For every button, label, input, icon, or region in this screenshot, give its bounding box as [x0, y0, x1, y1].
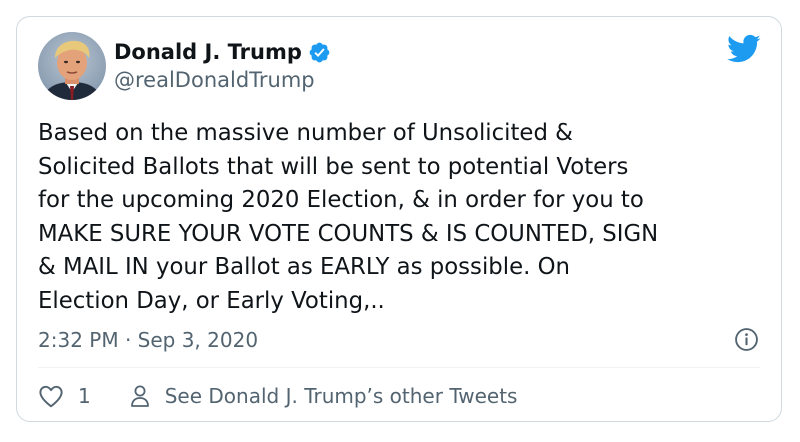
avatar[interactable] — [38, 32, 106, 100]
divider — [38, 367, 760, 368]
twitter-bird-icon[interactable] — [727, 34, 761, 64]
author-handle[interactable]: @realDonaldTrump — [114, 67, 315, 93]
author-display-name[interactable]: Donald J. Trump — [114, 39, 302, 65]
verified-badge-icon — [308, 41, 331, 64]
see-other-tweets-link[interactable]: See Donald J. Trump’s other Tweets — [129, 383, 518, 409]
info-icon[interactable] — [734, 327, 759, 352]
tweet-text: Based on the massive number of Unsolicit… — [38, 120, 659, 314]
like-button[interactable]: 1 — [38, 383, 91, 409]
tweet-actions: 1 See Donald J. Trump’s other Tweets — [38, 383, 517, 409]
avatar-image — [38, 32, 106, 100]
person-icon — [129, 384, 151, 408]
like-count: 1 — [78, 384, 91, 408]
tweet-card: Donald J. Trump @realDonaldTrump Based o… — [16, 16, 782, 422]
author-name-row[interactable]: Donald J. Trump — [114, 39, 331, 65]
tweet-timestamp[interactable]: 2:32 PM · Sep 3, 2020 — [38, 327, 258, 353]
heart-icon — [38, 384, 64, 408]
see-other-tweets-label: See Donald J. Trump’s other Tweets — [164, 384, 518, 408]
